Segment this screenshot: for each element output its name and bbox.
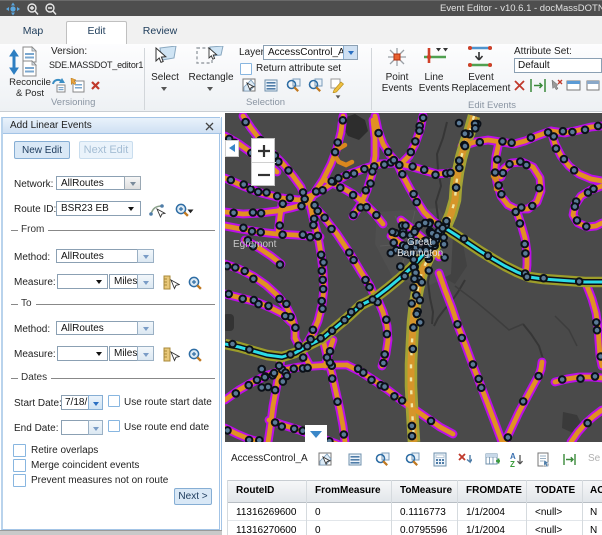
- svg-text:Egremont: Egremont: [233, 239, 277, 250]
- svg-text:Great: Great: [407, 237, 432, 248]
- svg-text:Barrington: Barrington: [397, 248, 443, 259]
- svg-text:Z: Z: [510, 460, 515, 467]
